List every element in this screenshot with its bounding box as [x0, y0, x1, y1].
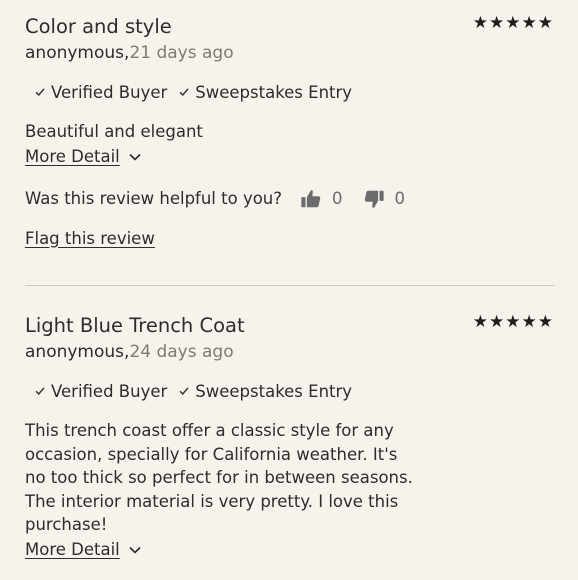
more-detail-link[interactable]: More Detail	[25, 146, 141, 168]
verified-buyer-badge: Verified Buyer	[35, 82, 167, 104]
upvote-button[interactable]: 0	[300, 188, 343, 210]
helpful-row: Was this review helpful to you? 0 0	[25, 188, 554, 210]
helpful-question: Was this review helpful to you?	[25, 188, 283, 208]
downvote-count: 0	[394, 188, 406, 208]
review-body: Beautiful and elegant	[25, 122, 203, 141]
badge-label: Verified Buyer	[51, 83, 168, 102]
more-detail-link[interactable]: More Detail	[25, 539, 141, 561]
verified-buyer-badge: Verified Buyer	[35, 381, 167, 403]
review-meta: anonymous,21 days ago	[25, 42, 554, 64]
review-meta: anonymous,24 days ago	[25, 341, 554, 363]
badge-label: Sweepstakes Entry	[195, 382, 353, 401]
more-detail-label: More Detail	[25, 146, 120, 166]
downvote-button[interactable]: 0	[363, 188, 406, 210]
review-card: Color and style ★★★★★ anonymous,21 days …	[25, 14, 554, 250]
review-date: 21 days ago	[129, 43, 234, 63]
check-icon	[35, 88, 45, 97]
chevron-down-icon	[129, 546, 141, 554]
review-badges: Verified Buyer Sweepstakes Entry	[35, 381, 554, 403]
review-badges: Verified Buyer Sweepstakes Entry	[35, 82, 554, 104]
check-icon	[35, 387, 45, 396]
upvote-count: 0	[332, 188, 343, 208]
sweepstakes-entry-badge: Sweepstakes Entry	[179, 82, 352, 104]
review-divider	[25, 285, 555, 286]
star-rating: ★★★★★	[472, 13, 554, 33]
review-card: Light Blue Trench Coat ★★★★★ anonymous,2…	[25, 313, 554, 561]
review-date: 24 days ago	[129, 342, 234, 362]
review-body: This trench coast offer a classic style …	[25, 421, 413, 534]
flag-review-link[interactable]: Flag this review	[25, 228, 155, 250]
check-icon	[179, 88, 189, 97]
badge-label: Verified Buyer	[51, 382, 168, 401]
check-icon	[179, 387, 189, 396]
thumbs-down-icon	[364, 190, 384, 208]
sweepstakes-entry-badge: Sweepstakes Entry	[179, 381, 352, 403]
more-detail-label: More Detail	[25, 539, 120, 559]
thumbs-up-icon	[301, 189, 321, 207]
chevron-down-icon	[129, 153, 141, 161]
review-author: anonymous,	[25, 43, 130, 63]
star-rating: ★★★★★	[472, 312, 554, 332]
review-author: anonymous,	[25, 342, 130, 362]
reviews-page: Color and style ★★★★★ anonymous,21 days …	[0, 0, 578, 580]
badge-label: Sweepstakes Entry	[195, 83, 353, 102]
